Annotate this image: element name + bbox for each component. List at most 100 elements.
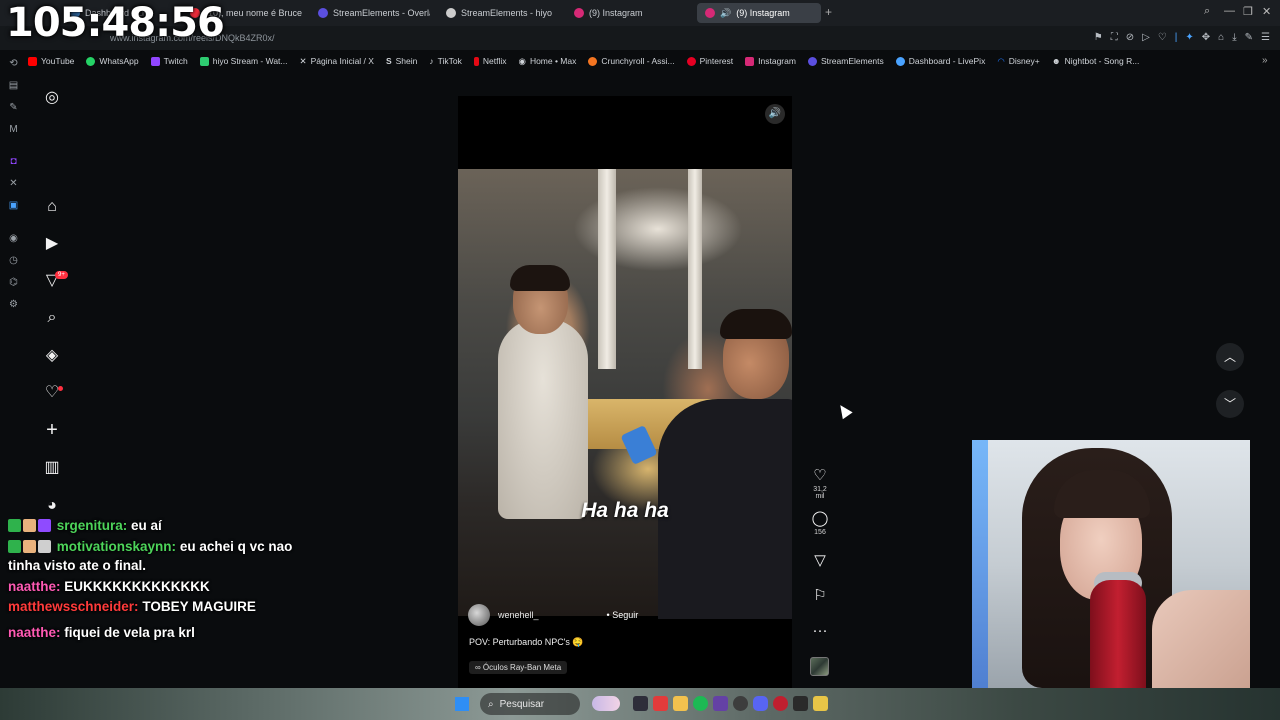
crunchyroll-icon: [588, 56, 598, 66]
store-icon[interactable]: [653, 696, 668, 711]
comment-action[interactable]: ◯ 156: [808, 510, 832, 536]
reel-author-row: wenehell_ • Seguir: [468, 604, 638, 626]
spotify-icon[interactable]: [693, 696, 708, 711]
translate-icon[interactable]: ▣: [8, 200, 19, 211]
bookmark-livepix[interactable]: Dashboard - LivePix: [895, 56, 985, 66]
new-tab-button[interactable]: +: [825, 5, 832, 19]
puzzle-icon[interactable]: ✥: [1202, 32, 1210, 43]
speaker-icon[interactable]: 🔊: [720, 8, 731, 19]
minimize-icon[interactable]: —: [1224, 5, 1235, 17]
bookmark-x[interactable]: ✕ Página Inicial / X: [300, 56, 374, 67]
kick-icon: [199, 56, 209, 66]
screenshot-icon[interactable]: ⛶: [1111, 32, 1118, 43]
comment-icon[interactable]: ◯: [808, 510, 832, 528]
bookmark-streamelements[interactable]: StreamElements: [807, 56, 884, 66]
tab-streamelements-hiyo[interactable]: StreamElements - hiyo: [446, 3, 558, 23]
obs-icon[interactable]: [713, 696, 728, 711]
home-icon[interactable]: ⌂: [42, 197, 62, 217]
person-hair: [720, 309, 792, 339]
bookmark-crunchyroll[interactable]: Crunchyroll - Assi...: [588, 56, 675, 66]
save-action[interactable]: ⚐: [808, 587, 832, 605]
widget-icon[interactable]: [592, 696, 620, 711]
opera-gx-icon[interactable]: [773, 696, 788, 711]
author-username[interactable]: wenehell_: [498, 610, 539, 620]
original-audio-thumbnail[interactable]: [810, 657, 829, 676]
app-icon[interactable]: [793, 696, 808, 711]
streamelements-icon: [318, 8, 328, 18]
taskbar-search[interactable]: ⌕ Pesquisar: [480, 693, 580, 715]
wallet-icon[interactable]: ▤: [8, 80, 19, 91]
more-options-icon[interactable]: ···: [808, 622, 832, 640]
bookmark-twitch[interactable]: Twitch: [150, 56, 188, 66]
ai-icon[interactable]: ✎: [1245, 32, 1253, 43]
more-action[interactable]: ···: [808, 622, 832, 640]
steam-icon[interactable]: [733, 696, 748, 711]
tab-instagram[interactable]: (9) Instagram: [574, 3, 686, 23]
mail-icon[interactable]: M: [8, 124, 19, 135]
search-icon[interactable]: ⌕: [42, 308, 62, 328]
divider-icon: |: [1174, 32, 1178, 43]
close-icon[interactable]: ✕: [1262, 5, 1271, 18]
toolbar-icons: ⚑ ⛶ ⊘ ▷ ♡ | ✦ ✥ ⌂ ⤓ ✎ ☰: [1094, 32, 1270, 43]
history-icon[interactable]: ⟲: [8, 58, 19, 69]
bookmark-shein[interactable]: S Shein: [386, 56, 417, 66]
bookmark-nightbot[interactable]: ☻ Nightbot - Song R...: [1052, 56, 1140, 66]
tab-streamelements-overlay[interactable]: StreamElements - Overlay: [318, 3, 430, 23]
heart-icon[interactable]: ♡: [808, 467, 832, 485]
instagram-logo-icon[interactable]: ◎: [42, 88, 62, 108]
previous-reel-button[interactable]: ︿: [1216, 343, 1244, 371]
next-reel-button[interactable]: ﹀: [1216, 390, 1244, 418]
search-tabs-icon[interactable]: ⌕: [1204, 5, 1210, 18]
bookmark-icon[interactable]: ⚐: [808, 587, 832, 605]
share-icon[interactable]: ▽: [808, 552, 832, 570]
notes-icon[interactable]: ✎: [8, 102, 19, 113]
block-icon[interactable]: ⊘: [1126, 32, 1134, 43]
download-icon[interactable]: ⤓: [1232, 32, 1236, 43]
clock-icon[interactable]: ◷: [8, 255, 19, 266]
profile-avatar[interactable]: ◕: [42, 496, 62, 516]
wallet-icon[interactable]: ⌂: [1218, 32, 1224, 43]
maximize-icon[interactable]: ❐: [1243, 5, 1253, 18]
task-view-icon[interactable]: [633, 696, 648, 711]
reel-caption[interactable]: POV: Perturbando NPC's 🤤: [469, 637, 584, 648]
mute-toggle-icon[interactable]: 🔊: [765, 104, 785, 124]
discord-icon[interactable]: [753, 696, 768, 711]
play-icon[interactable]: ▷: [1142, 32, 1150, 43]
like-action[interactable]: ♡ 31,2 mil: [808, 467, 832, 500]
bookmark-youtube[interactable]: YouTube: [28, 56, 74, 66]
bookmark-pinterest[interactable]: Pinterest: [686, 56, 733, 66]
stream-timer: 105:48:56: [6, 0, 225, 46]
bookmark-disney[interactable]: ◠ Disney+: [997, 56, 1039, 67]
tab-instagram-active[interactable]: 🔊 (9) Instagram: [697, 3, 821, 23]
share-action[interactable]: ▽: [808, 552, 832, 570]
player-icon[interactable]: ◉: [8, 233, 19, 244]
reel-player[interactable]: 🔊 Ha ha ha wenehell_ • Seguir POV: Pertu…: [458, 96, 792, 688]
menu-icon[interactable]: ☰: [1261, 32, 1270, 43]
product-tag[interactable]: ∞ Óculos Ray-Ban Meta: [469, 661, 568, 674]
extensions-icon[interactable]: ⌬: [8, 277, 19, 288]
create-icon[interactable]: +: [42, 420, 62, 440]
bookmarks-overflow-icon[interactable]: »: [1262, 55, 1268, 66]
author-avatar[interactable]: [468, 604, 490, 626]
bookmark-hiyo-stream[interactable]: hiyo Stream - Wat...: [199, 56, 288, 66]
app-icon[interactable]: [813, 696, 828, 711]
bookmark-instagram[interactable]: Instagram: [745, 56, 796, 66]
disney-icon: ◠: [997, 55, 1005, 66]
settings-icon[interactable]: ⚙: [8, 299, 19, 310]
windows-start-icon[interactable]: [455, 697, 469, 711]
twitch-icon[interactable]: ◘: [8, 156, 19, 167]
follow-button[interactable]: • Seguir: [607, 610, 639, 620]
extension-icon[interactable]: ✦: [1185, 32, 1193, 43]
bookmark-max[interactable]: ◉ Home • Max: [519, 56, 577, 67]
chat-text: TOBEY MAGUIRE: [142, 599, 256, 614]
bookmark-tiktok[interactable]: ♪ TikTok: [429, 56, 462, 66]
dashboard-icon[interactable]: ▥: [42, 458, 62, 478]
bookmark-netflix[interactable]: Netflix: [473, 56, 507, 66]
explore-icon[interactable]: ◈: [42, 346, 62, 366]
x-icon[interactable]: ✕: [8, 178, 19, 189]
heart-icon[interactable]: ♡: [1158, 32, 1167, 43]
file-explorer-icon[interactable]: [673, 696, 688, 711]
bookmark-whatsapp[interactable]: WhatsApp: [86, 56, 139, 66]
reels-icon[interactable]: ▶: [42, 234, 62, 254]
bookmark-icon[interactable]: ⚑: [1094, 32, 1103, 43]
